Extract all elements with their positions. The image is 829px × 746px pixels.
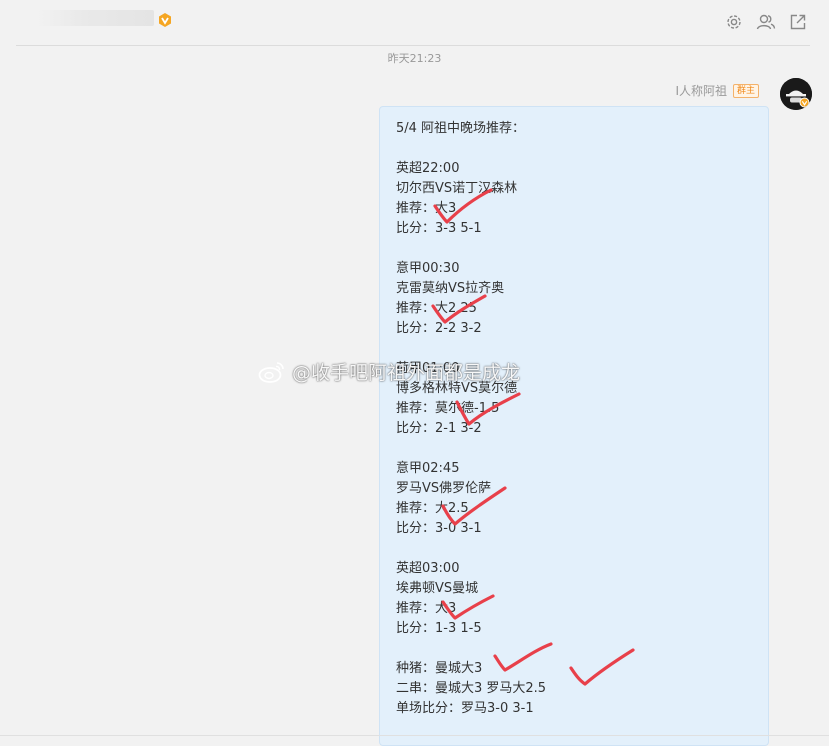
weibo-watermark: @收手吧阿祖外面都是成龙 [258,358,520,385]
message-line: 二串：曼城大3 罗马大2.5 [396,681,547,696]
message-line: 英超03:00 [396,561,460,576]
message-line: 推荐：莫尔德-1.5 [396,401,500,416]
group-icon[interactable] [755,11,777,33]
message-line: 意甲00:30 [396,261,460,276]
message-line [396,539,546,559]
external-open-icon[interactable] [787,11,809,33]
message-line: 比分：1-3 1-5 [396,621,482,636]
message-timestamp: 昨天21:23 [387,52,442,65]
message-line [396,439,546,459]
chat-title-blurred [36,10,154,26]
header-actions [723,11,809,33]
message-line: 克雷莫纳VS拉齐奥 [396,281,505,296]
message-bubble[interactable]: 5/4 阿祖中晚场推荐： 英超22:00 切尔西VS诺丁汉森林 推荐：大3 比分：3-3… [379,106,769,746]
message-line [396,339,546,359]
message-line: 比分：3-0 3-1 [396,521,482,536]
message-line: 罗马VS佛罗伦萨 [396,481,492,496]
message-line: 种猪：曼城大3 [396,661,483,676]
message-line: 推荐：大2.25 [396,301,477,316]
message-line: 意甲02:45 [396,461,460,476]
verified-orange-badge-icon [157,12,173,28]
message-line: 5/4 阿祖中晚场推荐： [396,121,526,136]
message-line: 推荐：大3 [396,601,457,616]
message-line [396,639,546,659]
message-line: 比分：2-1 3-2 [396,421,482,436]
message-line: 比分：2-2 3-2 [396,321,482,336]
sender-row: I人称阿祖 群主 [675,82,759,99]
group-owner-badge: 群主 [732,83,759,98]
gear-icon[interactable] [723,11,745,33]
avatar[interactable] [780,78,812,110]
message-line: 推荐：大2.5 [396,501,469,516]
message-line: 比分：3-3 5-1 [396,221,482,236]
bottom-divider [0,735,829,736]
message-line: 埃弗顿VS曼城 [396,581,479,596]
message-line: 单场比分：罗马3-0 3-1 [396,701,534,716]
message-text: 5/4 阿祖中晚场推荐： 英超22:00 切尔西VS诺丁汉森林 推荐：大3 比分：3-3… [396,119,546,719]
message-line [396,239,546,259]
chat-header [0,0,829,46]
weibo-logo-icon [258,361,284,383]
watermark-text: @收手吧阿祖外面都是成龙 [292,362,521,384]
message-line: 推荐：大3 [396,201,457,216]
sender-name[interactable]: I人称阿祖 [675,82,727,99]
message-line: 切尔西VS诺丁汉森林 [396,181,518,196]
message-line [396,139,546,159]
message-line: 英超22:00 [396,161,460,176]
header-divider [16,45,810,46]
